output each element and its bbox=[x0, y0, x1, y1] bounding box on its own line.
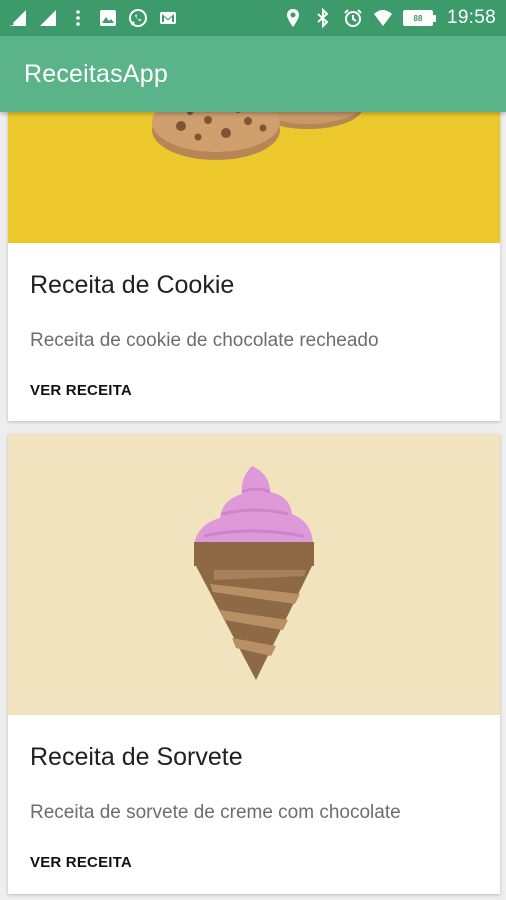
recipe-title: Receita de Cookie bbox=[30, 271, 235, 299]
recipe-list[interactable]: Receita de Cookie Receita de cookie de c… bbox=[0, 112, 506, 900]
status-clock: 19:58 bbox=[446, 7, 496, 28]
location-icon bbox=[283, 8, 303, 28]
recipe-card-icecream[interactable]: Receita de Sorvete Receita de sorvete de… bbox=[8, 434, 500, 894]
app-title: ReceitasApp bbox=[24, 59, 168, 88]
whatsapp-icon bbox=[128, 8, 148, 28]
recipe-title: Receita de Sorvete bbox=[30, 743, 243, 771]
ice-cream-image bbox=[8, 434, 500, 715]
cookies-image bbox=[8, 112, 500, 243]
status-bar: 88 19:58 bbox=[0, 0, 506, 36]
more-vert-icon bbox=[68, 8, 88, 28]
alarm-icon bbox=[343, 8, 363, 28]
recipe-description: Receita de cookie de chocolate recheado bbox=[30, 330, 379, 351]
status-bar-right: 88 19:58 bbox=[283, 7, 496, 29]
app-bar: ReceitasApp bbox=[0, 36, 506, 112]
status-bar-left bbox=[8, 8, 178, 28]
bluetooth-icon bbox=[313, 8, 333, 28]
gmail-icon bbox=[158, 8, 178, 28]
recipe-description: Receita de sorvete de creme com chocolat… bbox=[30, 802, 401, 823]
view-recipe-button[interactable]: VER RECEITA bbox=[30, 854, 132, 871]
image-icon bbox=[98, 8, 118, 28]
signal-icon bbox=[38, 8, 58, 28]
battery-level: 88 bbox=[413, 13, 423, 23]
recipe-card-cookie[interactable]: Receita de Cookie Receita de cookie de c… bbox=[8, 112, 500, 421]
card-body: Receita de Sorvete Receita de sorvete de… bbox=[8, 715, 500, 872]
battery-icon: 88 bbox=[402, 10, 436, 26]
signal-icon bbox=[8, 8, 28, 28]
wifi-icon bbox=[373, 8, 393, 28]
view-recipe-button[interactable]: VER RECEITA bbox=[30, 382, 132, 399]
card-body: Receita de Cookie Receita de cookie de c… bbox=[8, 243, 500, 400]
